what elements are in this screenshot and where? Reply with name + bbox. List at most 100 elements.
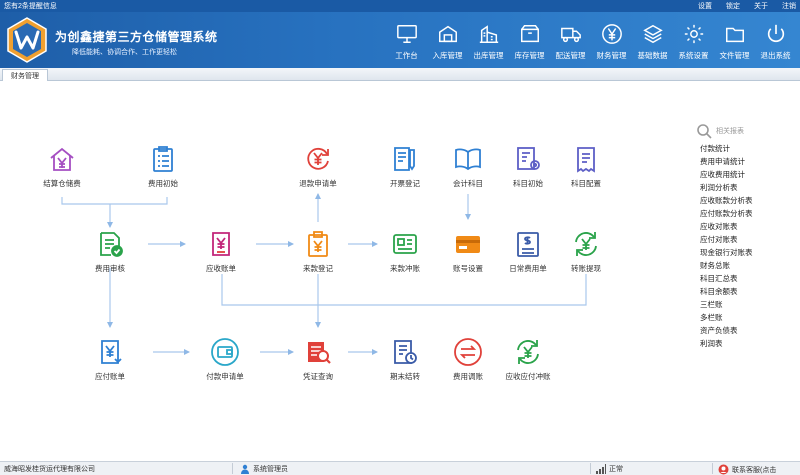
nav-finance[interactable]: 财务管理	[591, 14, 632, 66]
node-laikuanchongzhang[interactable]: 来款冲账	[370, 229, 440, 274]
voucher-search-icon	[308, 342, 331, 364]
clipboard-list-icon	[153, 146, 173, 172]
company-name: 威海昭发桂货运代理有限公司	[4, 466, 95, 473]
node-pingzheng[interactable]: 凭证查询	[283, 337, 353, 382]
report-item[interactable]: 应收账款分析表	[690, 194, 800, 207]
report-item[interactable]: 资产负债表	[690, 324, 800, 337]
report-item[interactable]: 应付对账表	[690, 233, 800, 246]
top-links: 设置 锁定 关于 注销	[684, 1, 796, 11]
about-link[interactable]: 关于	[754, 1, 768, 11]
document-check-icon	[100, 232, 123, 257]
report-item[interactable]: 应付账款分析表	[690, 207, 800, 220]
node-label: 来款登记	[303, 264, 333, 273]
bill-payable-icon	[101, 340, 122, 364]
report-item[interactable]: 利润分析表	[690, 181, 800, 194]
status-user: 系统管理员	[240, 464, 288, 474]
report-item[interactable]: 利润表	[690, 337, 800, 350]
top-message-bar: 您有2条提醒信息 设置 锁定 关于 注销	[0, 0, 800, 12]
node-label: 付款申请单	[206, 372, 244, 381]
node-yingshou[interactable]: 应收账单	[186, 229, 256, 274]
receipt-icon	[577, 147, 595, 173]
status-company: 威海昭发桂货运代理有限公司	[4, 464, 95, 474]
inbound-box-icon	[438, 25, 457, 43]
customer-service-icon	[718, 464, 729, 475]
nav-workbench[interactable]: 工作台	[386, 14, 427, 66]
node-label: 转账提现	[571, 264, 601, 273]
app-window: 您有2条提醒信息 设置 锁定 关于 注销 为创鑫捷第三方仓储管理系统 降低能耗、…	[0, 0, 800, 475]
nav-label: 财务管理	[596, 51, 627, 60]
nav-label: 基础数据	[637, 51, 668, 60]
support-link[interactable]: 联系客服(点击	[732, 465, 776, 475]
nav-label: 系统设置	[678, 51, 709, 60]
node-label: 结算仓储费	[43, 179, 81, 188]
node-label: 科目配置	[571, 179, 601, 188]
report-item[interactable]: 付款统计	[690, 142, 800, 155]
yen-arrows-circle-icon	[517, 340, 539, 364]
refund-yen-icon	[307, 147, 329, 170]
logout-link[interactable]: 注销	[782, 1, 796, 11]
node-jiesuan[interactable]: 结算仓储费	[27, 144, 97, 189]
report-item[interactable]: 科目余额表	[690, 285, 800, 298]
node-label: 账号设置	[453, 264, 483, 273]
nav-label: 入库管理	[432, 51, 463, 60]
node-huchong[interactable]: 应收应付冲账	[493, 337, 563, 382]
nav-basedata[interactable]: 基础数据	[632, 14, 673, 66]
node-kemupeizhi[interactable]: 科目配置	[551, 144, 621, 189]
node-feiyongshenhe[interactable]: 费用审核	[75, 229, 145, 274]
invoice-pen-icon	[394, 147, 415, 171]
reports-title: 相关报表	[716, 128, 744, 135]
ledger-gear-icon	[517, 147, 540, 170]
id-card-icon	[393, 234, 417, 254]
report-list: 付款统计 费用申请统计 应收费用统计 利润分析表 应收账款分析表 应付账款分析表…	[690, 142, 800, 350]
report-item[interactable]: 现金银行对账表	[690, 246, 800, 259]
settings-link[interactable]: 设置	[698, 1, 712, 11]
wallet-circle-icon	[211, 338, 239, 366]
status-support[interactable]: 联系客服(点击	[718, 464, 776, 475]
status-separator	[232, 463, 233, 474]
truck-icon	[560, 27, 581, 43]
report-item[interactable]: 费用申请统计	[690, 155, 800, 168]
node-feiyongchushi[interactable]: 费用初始	[128, 144, 198, 189]
report-item[interactable]: 应收对账表	[690, 220, 800, 233]
node-yingfu[interactable]: 应付账单	[75, 337, 145, 382]
nav-settings[interactable]: 系统设置	[673, 14, 714, 66]
node-label: 会计科目	[453, 179, 483, 188]
search-icon[interactable]	[696, 123, 712, 139]
nav-files[interactable]: 文件管理	[714, 14, 755, 66]
status-bar: 威海昭发桂货运代理有限公司 系统管理员 正常 联系客服(点击	[0, 461, 800, 475]
report-item[interactable]: 应收费用统计	[690, 168, 800, 181]
user-icon	[241, 464, 249, 474]
node-zhuanzhang[interactable]: 转账提现	[551, 229, 621, 274]
node-kaipiao[interactable]: 开票登记	[370, 144, 440, 189]
tab-finance[interactable]: 财务管理	[2, 69, 48, 81]
node-qimo[interactable]: 期末结转	[370, 337, 440, 382]
bill-yen-icon	[212, 232, 230, 256]
signal-icon	[596, 464, 606, 474]
report-item[interactable]: 科目汇总表	[690, 272, 800, 285]
node-label: 凭证查询	[303, 372, 333, 381]
app-slogan: 降低能耗、协调合作、工作更轻松	[72, 49, 177, 56]
nav-delivery[interactable]: 配送管理	[550, 14, 591, 66]
node-laikuan[interactable]: 来款登记	[283, 229, 353, 274]
nav-inbound[interactable]: 入库管理	[427, 14, 468, 66]
nav-exit[interactable]: 退出系统	[755, 14, 796, 66]
lock-link[interactable]: 锁定	[726, 1, 740, 11]
layers-icon	[642, 24, 663, 44]
gear-icon	[684, 24, 703, 44]
app-header: 为创鑫捷第三方仓储管理系统 降低能耗、协调合作、工作更轻松 工作台 入库管理 出…	[0, 12, 800, 68]
adjust-circle-icon	[454, 338, 482, 366]
nav-label: 配送管理	[555, 51, 586, 60]
card-icon	[456, 236, 480, 253]
report-item[interactable]: 多栏账	[690, 311, 800, 324]
reminder-message[interactable]: 您有2条提醒信息	[4, 1, 57, 11]
nav-outbound[interactable]: 出库管理	[468, 14, 509, 66]
report-item[interactable]: 财务总账	[690, 259, 800, 272]
node-fukuan[interactable]: 付款申请单	[190, 337, 260, 382]
report-item[interactable]: 三栏账	[690, 298, 800, 311]
nav-label: 退出系统	[760, 51, 791, 60]
yen-coin-icon	[601, 24, 622, 44]
node-tuikuan[interactable]: 退款申请单	[283, 144, 353, 189]
monitor-icon	[396, 25, 417, 43]
tab-strip: 财务管理	[0, 68, 800, 81]
nav-stock[interactable]: 库存管理	[509, 14, 550, 66]
